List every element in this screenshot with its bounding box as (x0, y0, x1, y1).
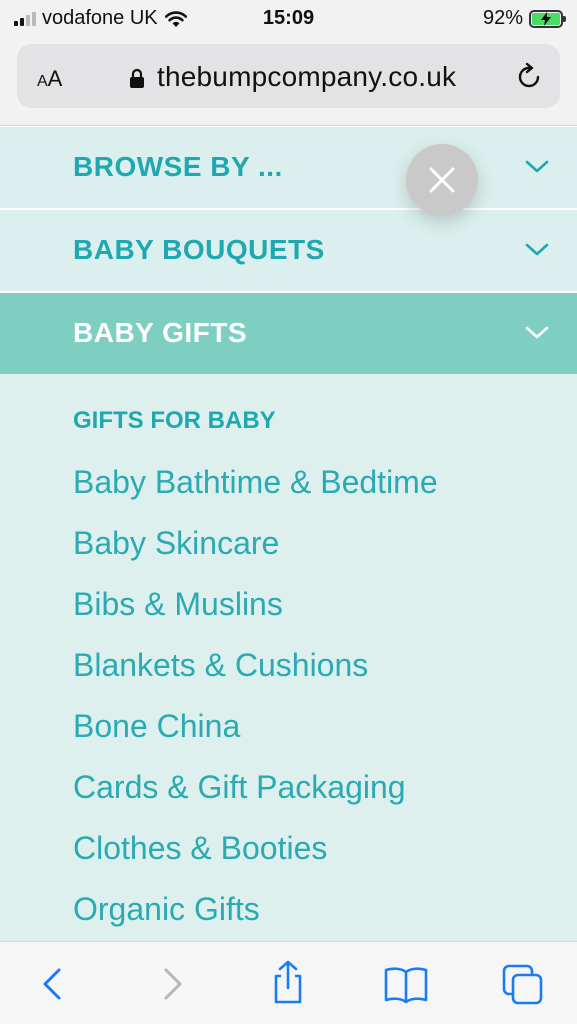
tabs-icon[interactable] (502, 964, 544, 1006)
menu-item-baby-skincare[interactable]: Baby Skincare (73, 525, 279, 562)
chevron-down-icon (525, 160, 549, 173)
close-menu-button[interactable] (406, 144, 478, 216)
chevron-left-icon[interactable] (33, 964, 73, 1004)
menu-section-label: BABY BOUQUETS (73, 234, 325, 265)
menu-subheading: GIFTS FOR BABY (73, 407, 276, 434)
browser-toolbar (0, 941, 577, 1024)
address-bar[interactable]: AA thebumpcompany.co.uk (17, 44, 560, 108)
share-icon[interactable] (268, 960, 308, 1006)
chevron-right-icon[interactable] (152, 964, 192, 1004)
close-icon (429, 167, 455, 193)
menu-item-bone-china[interactable]: Bone China (73, 708, 240, 745)
navigation-menu: BROWSE BY ... BABY BOUQUETS BABY GIFTS G… (0, 127, 577, 941)
browser-address-area: AA thebumpcompany.co.uk (0, 38, 577, 126)
menu-item-bibs-muslins[interactable]: Bibs & Muslins (73, 586, 283, 623)
url-text[interactable]: thebumpcompany.co.uk (157, 61, 456, 93)
menu-item-blankets-cushions[interactable]: Blankets & Cushions (73, 647, 368, 684)
chevron-down-icon (525, 243, 549, 256)
menu-item-baby-bathtime-bedtime[interactable]: Baby Bathtime & Bedtime (73, 464, 438, 501)
menu-section-browse-by[interactable]: BROWSE BY ... (0, 127, 577, 208)
status-bar: vodafone UK 15:09 92% (0, 0, 577, 38)
menu-section-label: BROWSE BY ... (73, 151, 283, 182)
battery-icon (529, 9, 566, 28)
reload-icon[interactable] (514, 62, 544, 92)
book-icon[interactable] (383, 964, 429, 1004)
menu-section-label: BABY GIFTS (73, 317, 248, 348)
menu-section-baby-bouquets[interactable]: BABY BOUQUETS (0, 210, 577, 291)
menu-item-cards-gift-packaging[interactable]: Cards & Gift Packaging (73, 769, 406, 806)
menu-section-baby-gifts[interactable]: BABY GIFTS (0, 293, 577, 374)
chevron-down-icon (525, 326, 549, 339)
menu-item-clothes-booties[interactable]: Clothes & Booties (73, 830, 327, 867)
battery-percent: 92% (482, 7, 523, 29)
menu-item-organic-gifts[interactable]: Organic Gifts (73, 891, 260, 928)
lock-icon (130, 68, 144, 88)
text-size-button[interactable]: AA (37, 66, 62, 92)
